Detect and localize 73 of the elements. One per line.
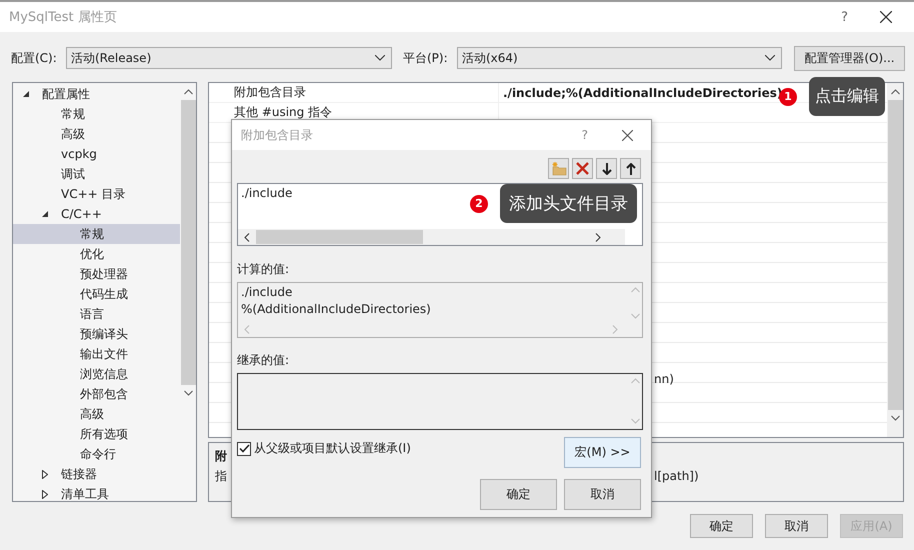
move-up-button[interactable] (620, 158, 641, 179)
close-icon[interactable] (622, 130, 633, 140)
annotation-callout: 点击编辑 (809, 77, 885, 116)
tree-item[interactable]: 输出文件 (13, 344, 180, 364)
tree-item[interactable]: VC++ 目录 (13, 184, 180, 204)
scroll-up-icon[interactable] (184, 89, 192, 95)
description-text: 指 (215, 468, 227, 486)
config-label: 配置(C): (11, 50, 58, 66)
annotation-callout: 添加头文件目录 (500, 184, 637, 223)
checkmark-icon (238, 444, 250, 453)
dialog-button[interactable]: 取消 (765, 514, 828, 538)
tree-item[interactable]: 代码生成 (13, 284, 180, 304)
dialog-button[interactable]: 确定 (690, 514, 753, 538)
tree-item[interactable]: 常规 (13, 104, 180, 124)
tree-item[interactable]: 外部包含 (13, 384, 180, 404)
scroll-right-icon[interactable] (595, 232, 601, 242)
config-dropdown[interactable]: 活动(Release) (66, 47, 392, 69)
property-name[interactable]: 其他 #using 指令 (234, 104, 332, 121)
platform-label: 平台(P): (403, 50, 449, 66)
window-title: MySqlTest 属性页 (9, 9, 118, 26)
property-name[interactable]: 附加包含目录 (234, 84, 306, 101)
expanded-arrow-icon[interactable] (23, 91, 29, 97)
scroll-left-icon[interactable] (244, 232, 250, 242)
tree-item[interactable]: 预处理器 (13, 264, 180, 284)
help-button[interactable]: ? (841, 10, 848, 24)
inherited-values-label: 继承的值: (237, 352, 290, 369)
description-text: l[path]) (654, 469, 699, 486)
tree-item[interactable]: vcpkg (13, 144, 180, 164)
expanded-arrow-icon[interactable] (42, 211, 48, 217)
chevron-down-icon (375, 55, 385, 61)
dialog-title: 附加包含目录 (241, 126, 314, 144)
ok-button[interactable]: 确定 (480, 479, 557, 510)
arrow-down-icon (602, 162, 612, 174)
tree-item[interactable]: 浏览信息 (13, 364, 180, 384)
chevron-down-icon (765, 55, 775, 61)
scrollbar[interactable] (887, 83, 903, 438)
folder-star-icon (550, 162, 566, 176)
tree-item[interactable]: 清单工具 (13, 484, 180, 504)
horizontal-scrollbar[interactable] (238, 229, 625, 245)
tree-item[interactable]: 命令行 (13, 444, 180, 464)
macros-button[interactable]: 宏(M) >> (564, 437, 641, 468)
tree-item[interactable]: 调试 (13, 164, 180, 184)
move-down-button[interactable] (596, 158, 617, 179)
scroll-down-icon[interactable] (184, 390, 192, 396)
computed-value: %(AdditionalIncludeDirectories) (241, 301, 431, 318)
tree-item[interactable]: C/C++ (13, 204, 180, 224)
arrow-up-icon (626, 162, 636, 174)
computed-values-label: 计算的值: (237, 261, 290, 278)
collapsed-arrow-icon[interactable] (42, 490, 48, 498)
tree-item[interactable]: 优化 (13, 244, 180, 264)
collapsed-arrow-icon[interactable] (42, 470, 48, 478)
delete-button[interactable] (572, 158, 593, 179)
delete-icon (576, 162, 589, 175)
cancel-button[interactable]: 取消 (564, 479, 641, 510)
close-icon[interactable] (880, 11, 892, 23)
tree-item[interactable]: 链接器 (13, 464, 180, 484)
tree-item[interactable]: 语言 (13, 304, 180, 324)
config-manager-button[interactable]: 配置管理器(O)... (794, 46, 905, 70)
scroll-up-icon[interactable] (890, 89, 900, 95)
tree-item[interactable]: 预编译头 (13, 324, 180, 344)
tree-item[interactable]: 常规 (13, 224, 180, 244)
computed-value: ./include (241, 284, 292, 301)
inherit-checkbox[interactable]: 从父级或项目默认设置继承(I) (237, 440, 411, 457)
tree-item[interactable]: 高级 (13, 404, 180, 424)
scroll-down-icon[interactable] (890, 415, 900, 421)
tree-item[interactable]: 所有选项 (13, 424, 180, 444)
platform-dropdown[interactable]: 活动(x64) (457, 47, 782, 69)
property-value: nn) (654, 371, 674, 388)
directory-entry[interactable]: ./include (241, 186, 292, 200)
tree-item[interactable]: 高级 (13, 124, 180, 144)
description-title: 附 (215, 448, 227, 466)
help-button[interactable]: ? (582, 128, 588, 142)
tree-item[interactable]: 配置属性 (13, 84, 180, 104)
